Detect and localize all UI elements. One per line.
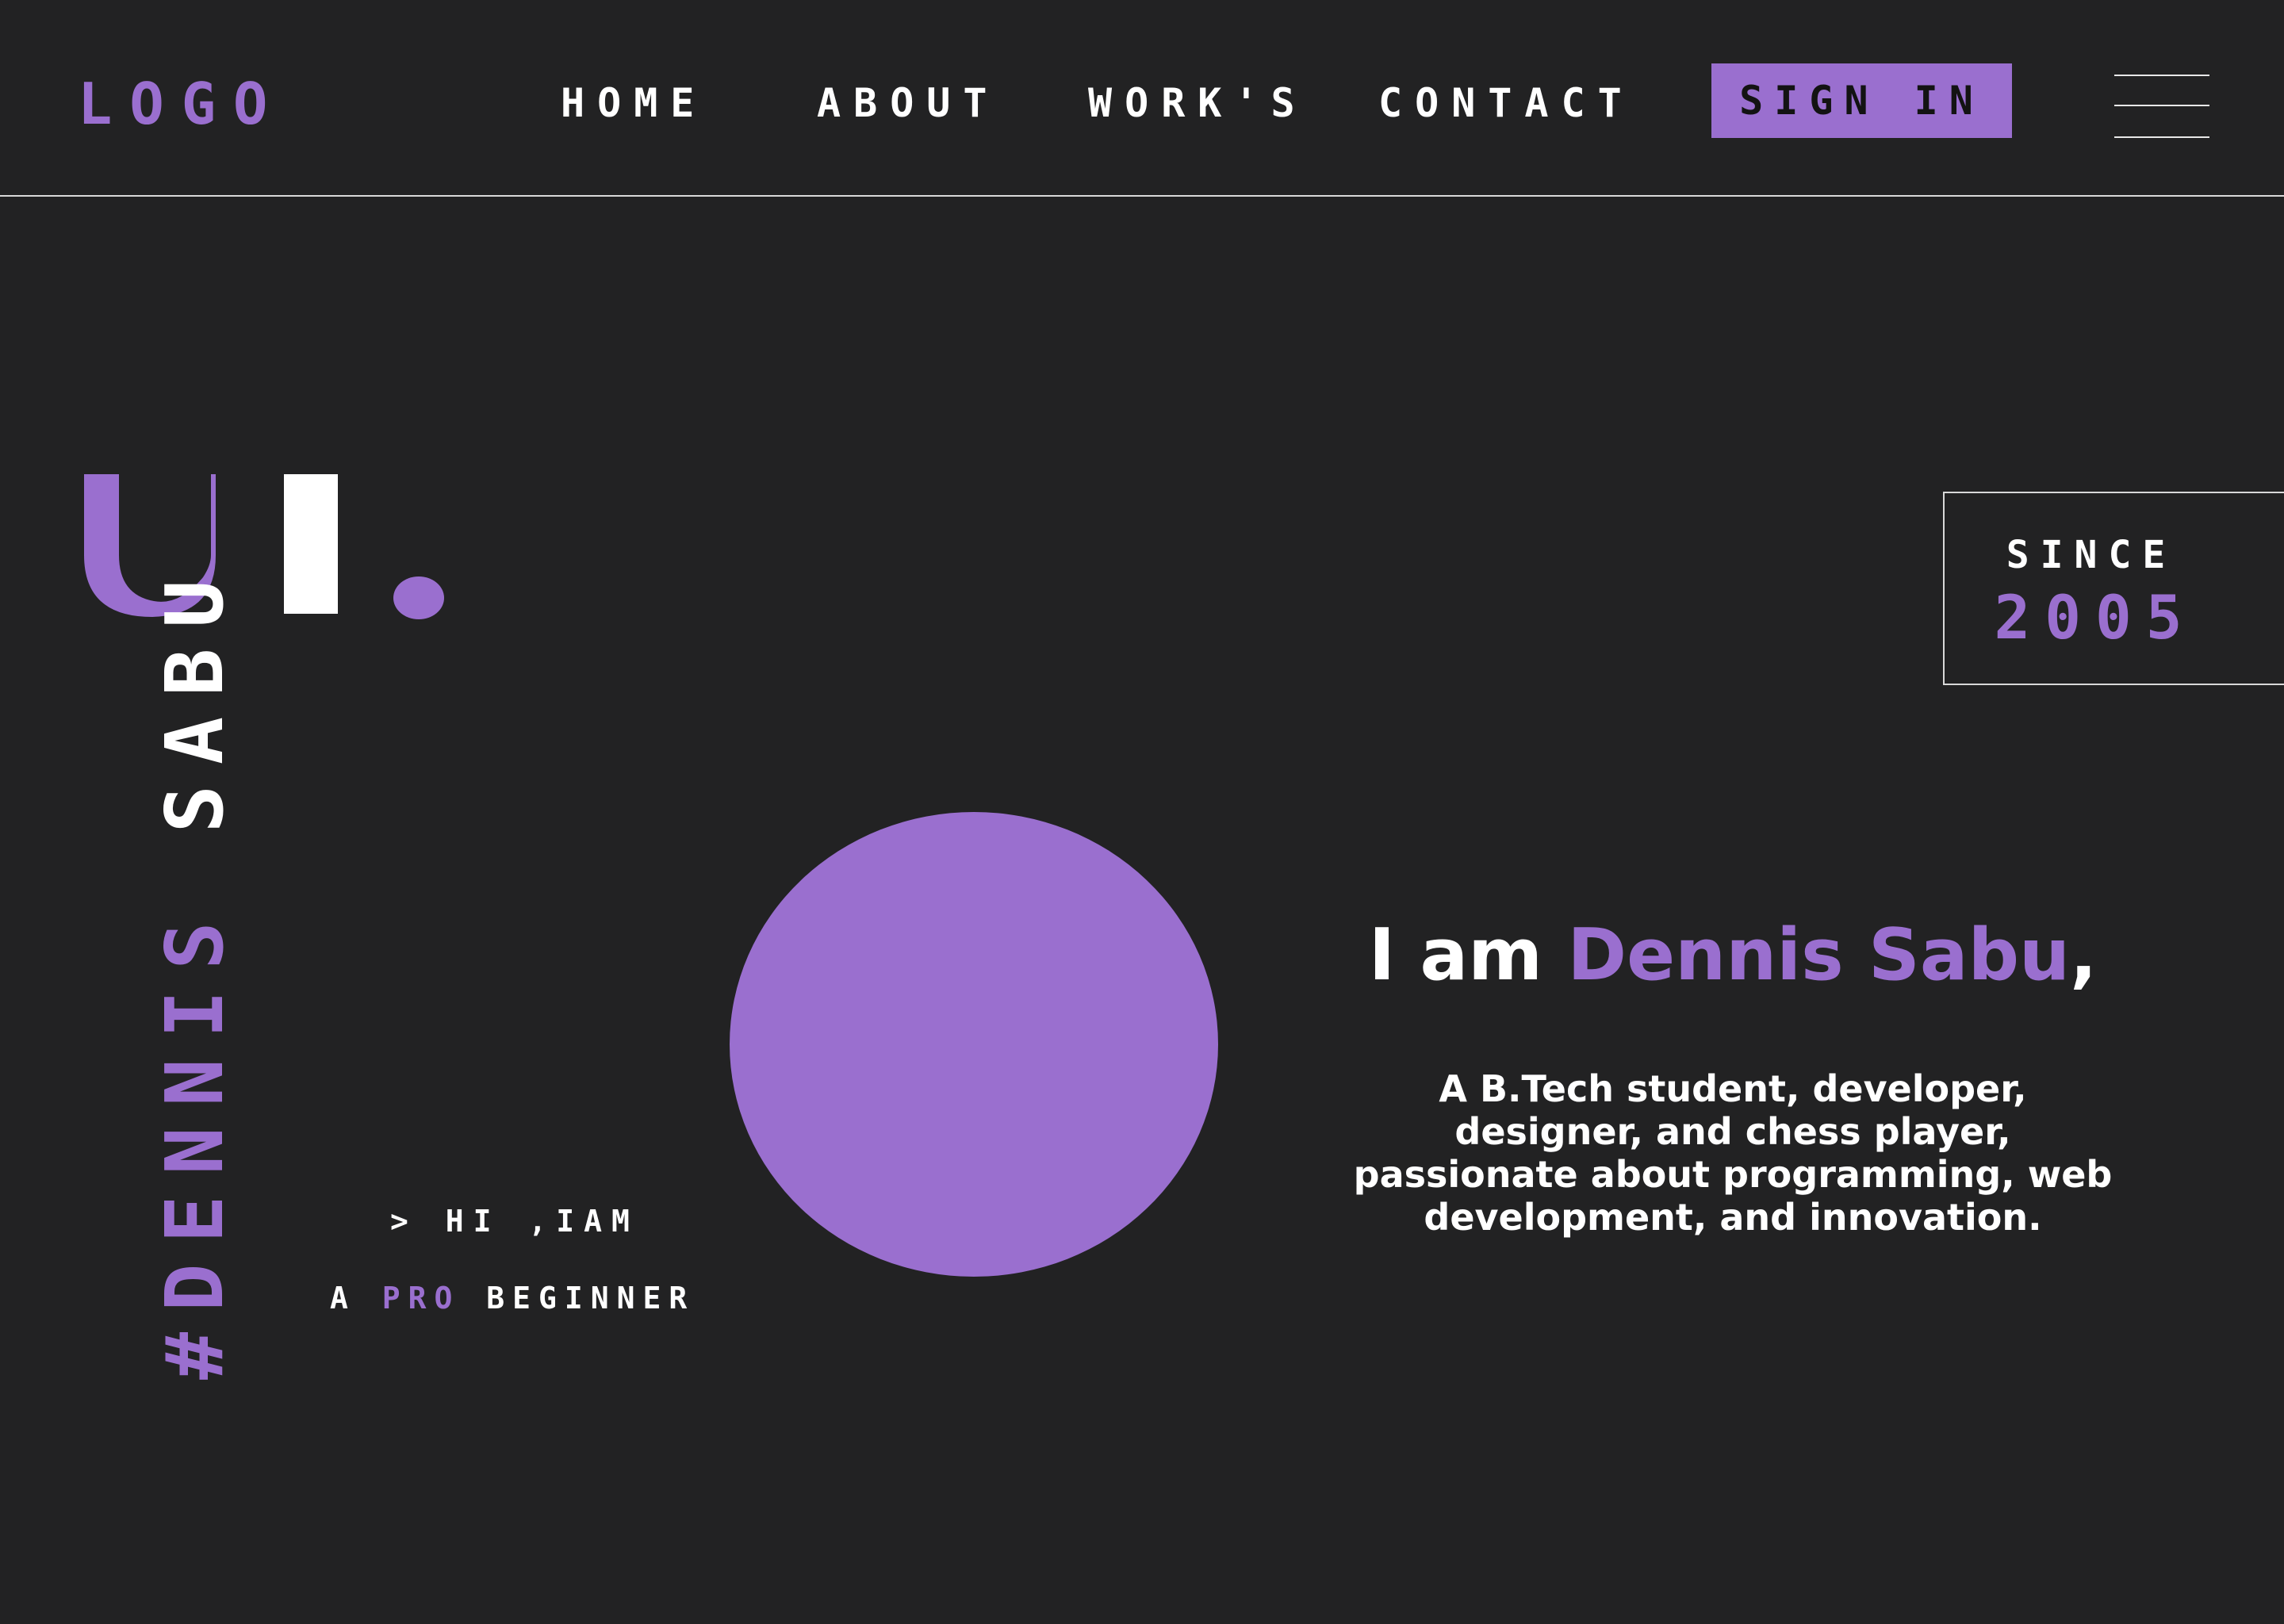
intro-heading: I am Dennis Sabu, — [1316, 920, 2149, 991]
nav-home-link[interactable]: HOME — [561, 79, 707, 127]
vertical-name-last: SABU — [148, 559, 241, 833]
tagline: A PRO BEGINNER — [330, 1281, 695, 1316]
vertical-name-first: DENNIS — [148, 901, 241, 1312]
intro-name: Dennis Sabu — [1567, 914, 2071, 997]
ui-mark: UI. — [84, 474, 444, 619]
ui-mark-i — [284, 474, 338, 614]
vertical-name-hash: # — [148, 1311, 241, 1380]
intro-prefix: I am — [1368, 914, 1568, 997]
sign-in-button[interactable]: SIGN IN — [1711, 63, 2012, 138]
hi-line: > HI ,IAM — [390, 1204, 639, 1239]
tagline-accent: PRO — [381, 1281, 461, 1316]
vertical-name: #DENNIS SABU — [148, 560, 241, 1381]
hamburger-bar — [2114, 105, 2209, 106]
hamburger-bar — [2114, 75, 2209, 76]
ui-mark-dot — [393, 576, 444, 619]
intro-suffix: , — [2070, 914, 2098, 997]
nav-about-link[interactable]: ABOUT — [817, 79, 1000, 127]
hamburger-bar — [2114, 136, 2209, 138]
since-year: 2005 — [1994, 582, 2197, 653]
hamburger-menu-icon[interactable] — [2114, 75, 2209, 140]
avatar-circle — [730, 812, 1218, 1277]
header-divider — [0, 195, 2284, 197]
nav-contact-link[interactable]: CONTACT — [1378, 79, 1634, 127]
tagline-suffix: BEGINNER — [460, 1281, 696, 1316]
nav-works-link[interactable]: WORK'S — [1088, 79, 1308, 127]
since-label: SINCE — [2006, 533, 2177, 577]
tagline-prefix: A — [330, 1281, 382, 1316]
intro-description: A B.Tech student, developer, designer, a… — [1353, 1067, 2113, 1239]
since-box: SINCE 2005 — [1943, 492, 2284, 685]
